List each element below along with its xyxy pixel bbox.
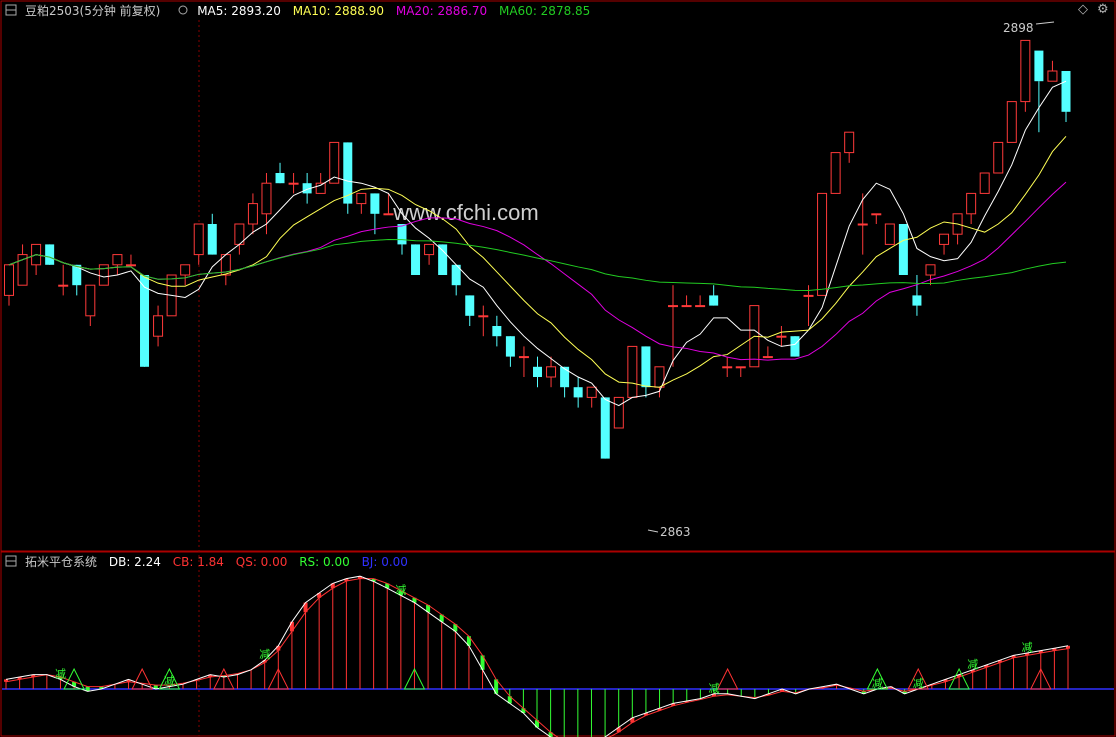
candle-body [695, 305, 706, 308]
candle-body [288, 182, 299, 185]
settings-gear-icon[interactable]: ⚙ [1097, 2, 1109, 17]
candle-body [180, 264, 191, 276]
candle-body [586, 386, 597, 398]
candle-body [112, 254, 123, 266]
rs-legend: RS: 0.00 [299, 555, 350, 569]
grid-icon-sub[interactable] [5, 553, 17, 567]
ma5-legend: MA5: 2893.20 [197, 4, 281, 18]
candle-body [912, 295, 922, 306]
candle-body [613, 396, 624, 429]
candle-body [1020, 39, 1031, 103]
candle-body [492, 326, 502, 337]
reduce-marker: 减 [967, 658, 978, 671]
candle-body [1047, 70, 1058, 82]
candle-body [125, 264, 136, 267]
candle-body [844, 131, 855, 154]
sub-title: 拓米平仓系统 [25, 555, 98, 569]
qs-legend: QS: 0.00 [235, 555, 288, 569]
candle-body [1034, 50, 1044, 82]
candle-body [411, 244, 421, 275]
candle-body [1061, 71, 1071, 112]
candle-body [817, 192, 828, 296]
candle-body [58, 284, 69, 287]
candle-body [424, 243, 435, 256]
candle-body [438, 244, 448, 275]
candle-body [993, 141, 1004, 174]
high-label: 2898 [1003, 21, 1034, 35]
sub-legend: 拓米平仓系统 DB: 2.24 CB: 1.84 QS: 0.00 RS: 0.… [0, 552, 1116, 572]
settings-icon[interactable] [177, 2, 189, 15]
candle-body [668, 305, 679, 308]
candle-body [925, 264, 936, 276]
grid-icon[interactable] [5, 2, 17, 16]
candle-body [207, 224, 217, 255]
cb-legend: CB: 1.84 [172, 555, 224, 569]
candle-body [966, 192, 977, 215]
candle-body [681, 305, 692, 308]
candle-body [776, 335, 787, 338]
candles-group [4, 39, 1071, 459]
candle-body [898, 224, 908, 275]
main-title: 豆粕2503(5分钟 前复权) [25, 4, 161, 18]
candle-body [979, 172, 990, 194]
candle-body [857, 223, 868, 226]
candle-body [261, 182, 272, 215]
high-marker: 2898 [1003, 21, 1055, 35]
ma10-legend: MA10: 2888.90 [292, 4, 385, 18]
candle-body [465, 295, 475, 316]
candle-body [397, 224, 407, 245]
candle-body [478, 315, 489, 318]
candle-body [884, 223, 895, 245]
low-marker: 2863 [647, 525, 691, 539]
candle-body [560, 366, 570, 388]
db-legend: DB: 2.24 [108, 555, 161, 569]
reduce-marker: 减 [872, 677, 883, 690]
candle-body [356, 192, 367, 205]
candle-body [546, 366, 557, 378]
reduce-marker: 减 [913, 677, 924, 690]
reduce-marker: 减 [164, 675, 175, 688]
candle-body [383, 213, 394, 216]
candle-body [573, 387, 583, 398]
candle-body [803, 294, 814, 297]
ma60-legend: MA60: 2878.85 [498, 4, 591, 18]
candle-body [193, 223, 204, 256]
candle-body [153, 315, 164, 337]
candle-body [247, 203, 258, 225]
low-label: 2863 [660, 525, 691, 539]
candle-body [871, 213, 882, 216]
sub-indicator-group: 减减减减减减减减减 [4, 575, 1070, 737]
candle-body [275, 173, 285, 184]
candle-body [762, 356, 773, 359]
reduce-marker: 减 [1022, 641, 1033, 654]
candle-body [735, 366, 746, 369]
candle-body [533, 366, 542, 377]
ma20-legend: MA20: 2886.70 [395, 4, 488, 18]
candle-body [790, 336, 800, 357]
candle-body [85, 284, 96, 317]
diamond-icon[interactable]: ◇ [1078, 2, 1088, 17]
reduce-marker: 减 [395, 583, 406, 596]
reduce-marker: 减 [259, 648, 270, 661]
candle-body [1006, 101, 1017, 143]
chart-canvas: www.cfchi.com 2898 2863 减减减减减减减减减 [0, 0, 1116, 737]
candle-body [4, 264, 14, 296]
bj-legend: BJ: 0.00 [361, 555, 408, 569]
candle-body [722, 366, 733, 369]
candle-body [518, 356, 529, 359]
signal-triangle [716, 667, 739, 690]
reduce-marker: 减 [55, 667, 66, 680]
candle-body [709, 295, 719, 306]
candle-body [939, 233, 950, 245]
candle-body [830, 152, 841, 194]
candle-body [370, 193, 380, 214]
candle-body [600, 397, 610, 459]
candle-body [627, 345, 638, 398]
candle-body [505, 336, 515, 357]
sub-panel-border [0, 551, 1116, 737]
main-legend: 豆粕2503(5分钟 前复权) MA5: 2893.20 MA10: 2888.… [0, 1, 1116, 21]
reduce-marker: 减 [709, 682, 720, 695]
candle-body [641, 346, 651, 388]
candle-body [45, 244, 55, 265]
